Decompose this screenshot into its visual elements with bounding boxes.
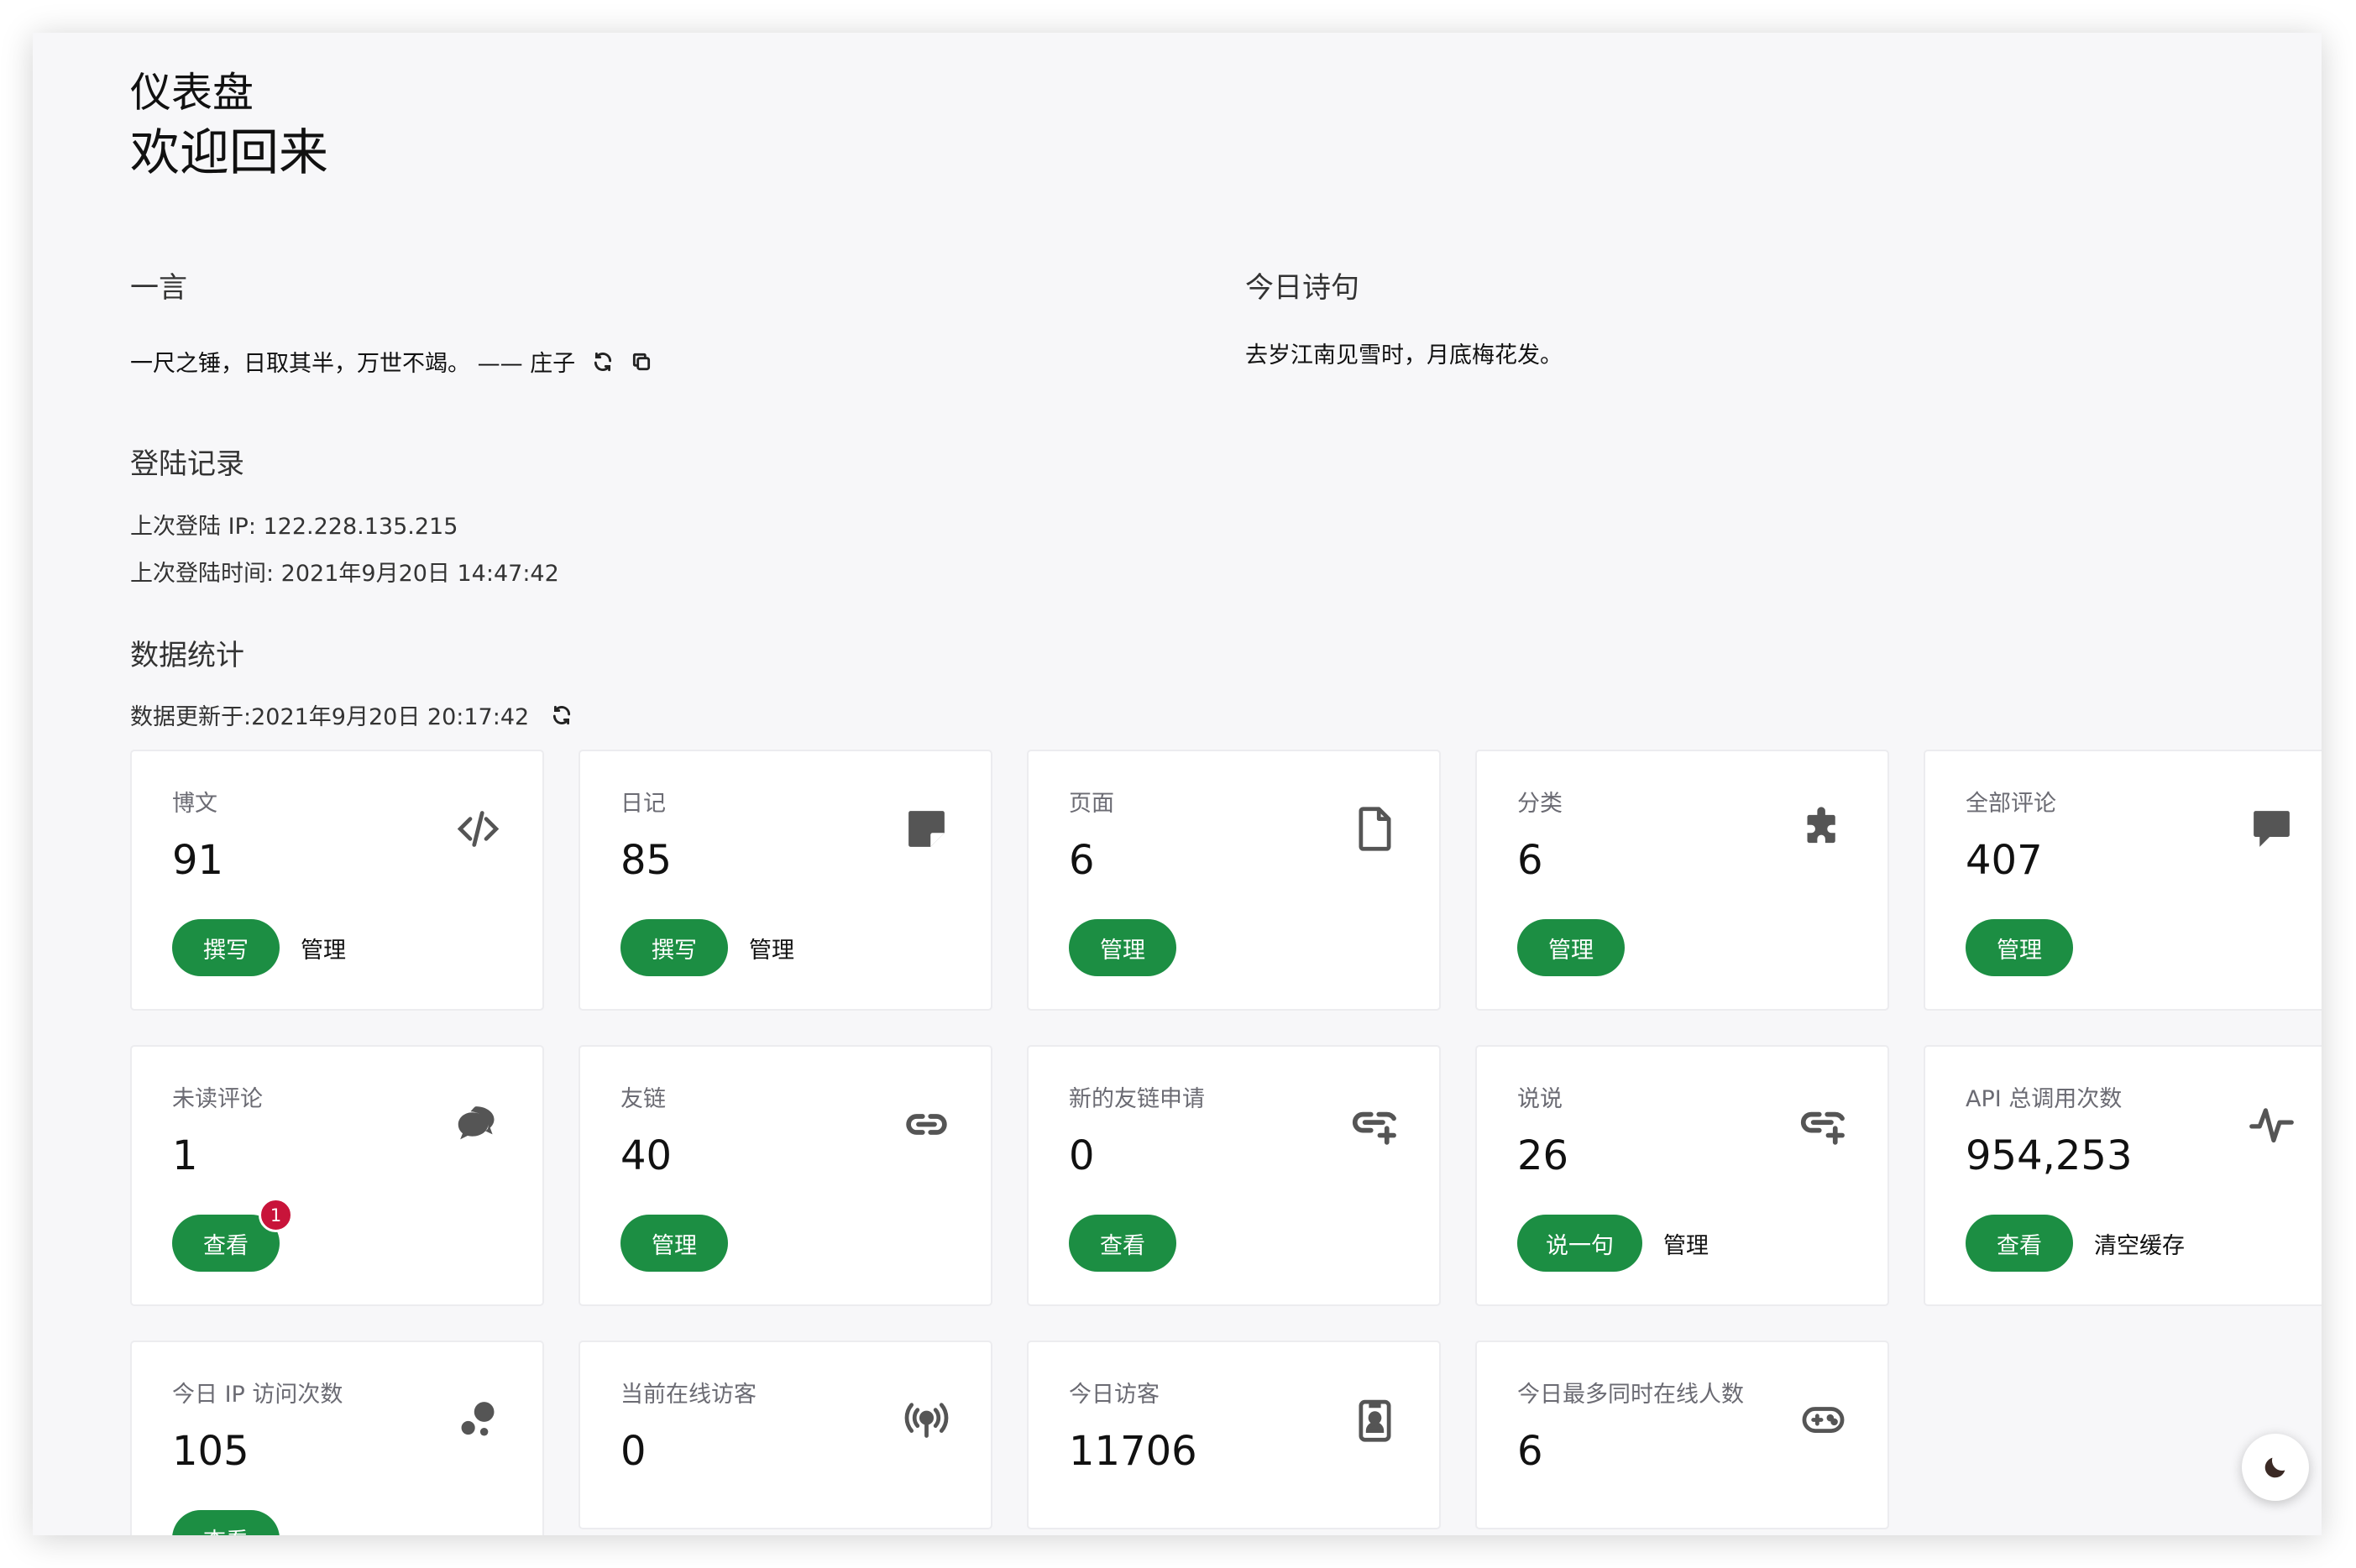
stat-value: 105: [172, 1428, 249, 1475]
link-add-icon: [1351, 1100, 1399, 1148]
stats-updated: 数据更新于:2021年9月20日 20:17:42: [130, 698, 573, 731]
stat-card-categories: 分类 6 管理: [1475, 750, 1889, 1011]
stat-label: 博文: [172, 791, 217, 817]
stat-label: 新的友链申请: [1069, 1086, 1205, 1112]
write-diary-button[interactable]: 撰写: [620, 919, 728, 976]
stat-label: 页面: [1069, 791, 1114, 817]
stat-value: 954,253: [1966, 1132, 2133, 1179]
stat-value: 6: [1517, 837, 1543, 884]
stat-label: 全部评论: [1966, 791, 2056, 817]
stat-value: 1: [172, 1132, 198, 1179]
stat-card-today-visitors: 今日访客 11706: [1027, 1341, 1441, 1529]
manage-links-button[interactable]: 管理: [620, 1215, 728, 1272]
clear-cache-link[interactable]: 清空缓存: [2094, 1227, 2185, 1260]
unread-count-badge: 1: [259, 1198, 293, 1232]
stat-value: 85: [620, 837, 673, 884]
stats-updated-text: 数据更新于:2021年9月20日 20:17:42: [130, 704, 530, 730]
stat-card-friend-links: 友链 40 管理: [579, 1045, 992, 1306]
stat-card-api-calls: API 总调用次数 954,253 查看 清空缓存: [1924, 1045, 2322, 1306]
dashboard-content: 仪表盘 欢迎回来 一言 一尺之锤，日取其半，万世不竭。 —— 庄子 今日诗句 去…: [97, 33, 2322, 1535]
stat-label: 分类: [1517, 791, 1563, 817]
stat-card-all-comments: 全部评论 407 管理: [1924, 750, 2322, 1011]
stat-label: 今日最多同时在线人数: [1517, 1382, 1744, 1408]
refresh-icon[interactable]: [592, 351, 614, 373]
poem-heading: 今日诗句: [1245, 271, 1359, 305]
stat-card-online-visitors: 当前在线访客 0: [579, 1341, 992, 1529]
stat-label: 日记: [620, 791, 666, 817]
hitokoto-quote: 一尺之锤，日取其半，万世不竭。 —— 庄子: [130, 345, 652, 378]
id-badge-icon: [1351, 1396, 1399, 1444]
poem-text: 去岁江南见雪时，月底梅花发。: [1245, 342, 1563, 368]
refresh-icon[interactable]: [551, 704, 573, 726]
stat-card-pages: 页面 6 管理: [1027, 750, 1441, 1011]
manage-shuoshuo-link[interactable]: 管理: [1663, 1227, 1709, 1260]
stat-label: 今日访客: [1069, 1382, 1160, 1408]
view-api-button[interactable]: 查看: [1966, 1215, 2073, 1272]
stat-card-unread-comments: 未读评论 1 查看 1: [130, 1045, 544, 1306]
moon-icon: [2261, 1453, 2290, 1482]
manage-diary-link[interactable]: 管理: [749, 932, 794, 964]
bubbles-icon: [454, 1396, 502, 1444]
link-icon: [903, 1100, 950, 1148]
activity-icon: [2248, 1100, 2296, 1148]
stat-label: 说说: [1517, 1086, 1563, 1112]
stat-label: API 总调用次数: [1966, 1086, 2123, 1112]
code-icon: [454, 805, 502, 853]
hitokoto-text: 一尺之锤，日取其半，万世不竭。 —— 庄子: [130, 351, 576, 377]
say-something-button[interactable]: 说一句: [1517, 1215, 1642, 1272]
manage-pages-button[interactable]: 管理: [1069, 919, 1176, 976]
stat-card-diary: 日记 85 撰写 管理: [579, 750, 992, 1011]
stat-value: 6: [1069, 837, 1095, 884]
page-title: 仪表盘: [130, 69, 254, 117]
stat-value: 0: [620, 1428, 647, 1475]
stat-label: 未读评论: [172, 1086, 263, 1112]
welcome-heading: 欢迎回来: [130, 123, 329, 181]
broadcast-icon: [903, 1396, 950, 1444]
stat-value: 91: [172, 837, 224, 884]
stat-label: 友链: [620, 1086, 666, 1112]
link-add-icon: [1799, 1100, 1847, 1148]
comments-icon: [454, 1100, 502, 1148]
manage-posts-link[interactable]: 管理: [301, 932, 346, 964]
login-heading: 登陆记录: [130, 447, 244, 481]
write-post-button[interactable]: 撰写: [172, 919, 280, 976]
file-icon: [1351, 805, 1399, 853]
last-login-ip: 上次登陆 IP: 122.228.135.215: [130, 514, 458, 540]
comment-icon: [2248, 805, 2296, 853]
stat-card-today-ip: 今日 IP 访问次数 105 查看: [130, 1341, 544, 1535]
hitokoto-heading: 一言: [130, 271, 187, 305]
manage-comments-button[interactable]: 管理: [1966, 919, 2073, 976]
stat-card-link-requests: 新的友链申请 0 查看: [1027, 1045, 1441, 1306]
stat-value: 6: [1517, 1428, 1543, 1475]
stat-card-posts: 博文 91 撰写 管理: [130, 750, 544, 1011]
last-login-time: 上次登陆时间: 2021年9月20日 14:47:42: [130, 561, 559, 587]
stat-value: 26: [1517, 1132, 1569, 1179]
sticky-note-icon: [903, 805, 950, 853]
view-ip-button[interactable]: 查看: [172, 1510, 280, 1535]
gamepad-icon: [1799, 1396, 1847, 1444]
stat-value: 407: [1966, 837, 2043, 884]
stat-card-peak-online: 今日最多同时在线人数 6: [1475, 1341, 1889, 1529]
stat-label: 今日 IP 访问次数: [172, 1382, 343, 1408]
view-unread-label: 查看: [203, 1232, 249, 1259]
copy-icon[interactable]: [631, 351, 652, 373]
puzzle-icon: [1799, 805, 1847, 853]
stat-value: 40: [620, 1132, 673, 1179]
app-window: 仪表盘 欢迎回来 一言 一尺之锤，日取其半，万世不竭。 —— 庄子 今日诗句 去…: [33, 33, 2322, 1535]
stat-value: 0: [1069, 1132, 1095, 1179]
stat-label: 当前在线访客: [620, 1382, 757, 1408]
stats-heading: 数据统计: [130, 639, 244, 672]
stat-value: 11706: [1069, 1428, 1197, 1475]
manage-categories-button[interactable]: 管理: [1517, 919, 1625, 976]
stat-card-shuoshuo: 说说 26 说一句 管理: [1475, 1045, 1889, 1306]
theme-toggle-button[interactable]: [2242, 1434, 2309, 1501]
view-requests-button[interactable]: 查看: [1069, 1215, 1176, 1272]
view-unread-button[interactable]: 查看 1: [172, 1198, 293, 1272]
